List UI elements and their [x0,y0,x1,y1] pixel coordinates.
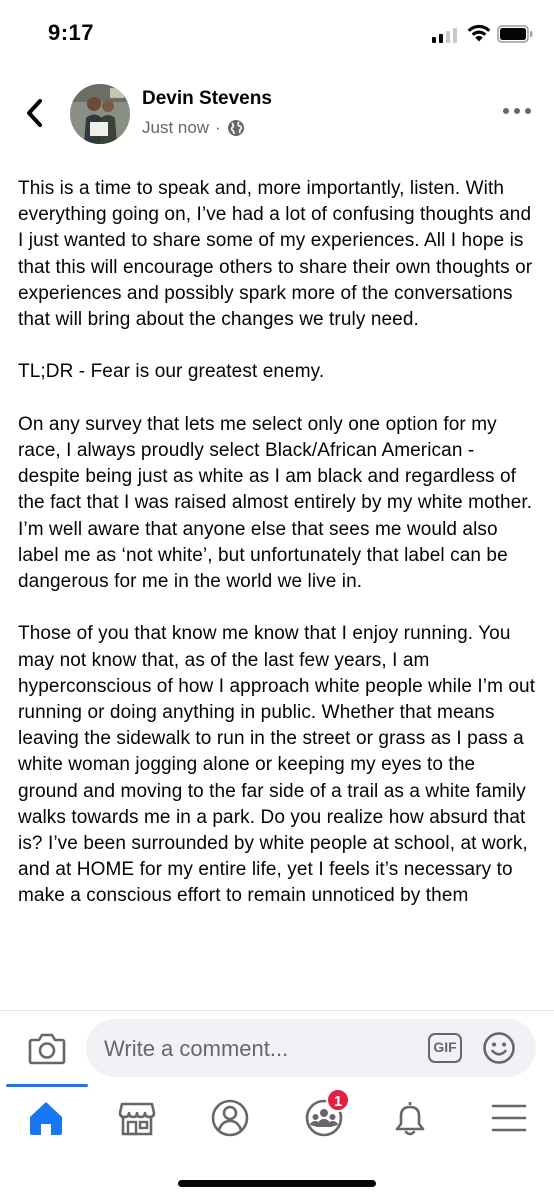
globe-icon [227,120,244,136]
tab-bar: 1 [0,1084,554,1154]
active-tab-indicator [6,1084,88,1087]
home-indicator [178,1180,376,1187]
groups-tab[interactable]: 1 [302,1088,350,1140]
home-icon[interactable] [24,1096,68,1140]
status-bar: 9:17 [0,0,554,70]
gif-button[interactable]: GIF [428,1033,462,1063]
wifi-icon [467,24,491,42]
more-options-button[interactable] [503,106,533,116]
back-button[interactable] [22,96,48,130]
post-timestamp[interactable]: Just now [142,118,209,138]
post-body: This is a time to speak and, more import… [18,176,538,1008]
status-time: 9:17 [48,20,95,45]
comment-bar: Write a comment... GIF [0,1010,554,1084]
post-header: Devin Stevens Just now · [0,78,554,150]
marketplace-icon[interactable] [115,1096,159,1140]
post-paragraph: This is a time to speak and, more import… [18,178,533,331]
comment-input[interactable]: Write a comment... GIF [86,1019,536,1077]
comment-placeholder: Write a comment... [104,1036,289,1061]
post-paragraph: TL;DR - Fear is our greatest enemy. [18,361,325,383]
emoji-icon[interactable] [482,1031,516,1065]
signal-icon [432,27,460,43]
avatar[interactable] [70,84,130,144]
post-meta: Just now · [142,118,245,138]
author-name[interactable]: Devin Stevens [142,88,272,110]
menu-icon[interactable] [487,1096,531,1140]
post-paragraph: On any survey that lets me select only o… [18,413,533,593]
profile-icon[interactable] [208,1096,252,1140]
post-paragraph: Those of you that know me know that I en… [18,623,536,907]
notifications-bell-icon[interactable] [388,1096,432,1140]
notification-badge: 1 [326,1088,350,1112]
camera-icon[interactable] [28,1030,66,1066]
battery-icon [497,25,533,43]
meta-separator: · [215,118,221,137]
